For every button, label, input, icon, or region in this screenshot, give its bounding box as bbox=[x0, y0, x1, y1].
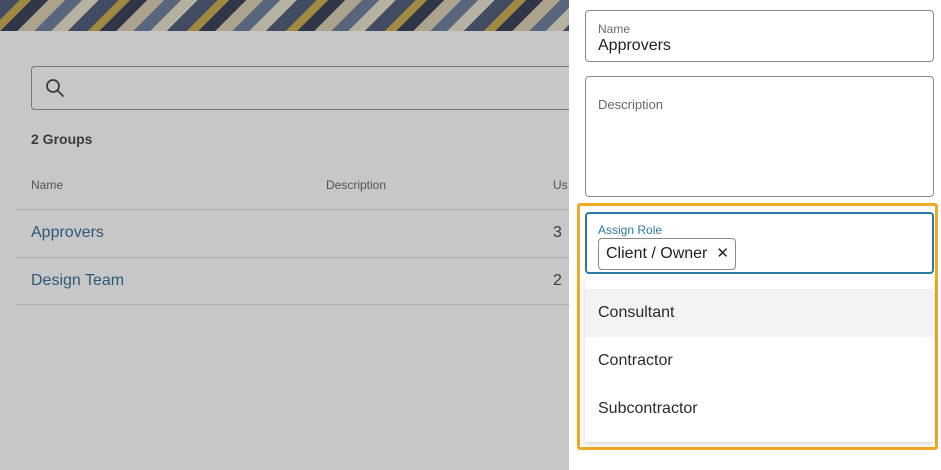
assign-role-field[interactable]: Assign Role Client / Owner ✕ bbox=[585, 212, 934, 274]
selected-role-chip-label: Client / Owner bbox=[606, 245, 708, 262]
description-field[interactable]: Description bbox=[585, 76, 934, 197]
option-consultant[interactable]: Consultant bbox=[585, 289, 934, 337]
edit-group-drawer: Name Approvers Description Assign Role C… bbox=[569, 0, 941, 470]
name-field-label: Name bbox=[598, 22, 631, 36]
name-field[interactable]: Name Approvers bbox=[585, 10, 934, 62]
assign-role-label: Assign Role bbox=[598, 223, 663, 237]
groups-page: 2 Groups Name Description Us Approvers 3… bbox=[0, 0, 569, 470]
name-field-value[interactable]: Approvers bbox=[598, 37, 671, 55]
close-icon[interactable]: ✕ bbox=[716, 246, 729, 262]
selected-role-chip: Client / Owner ✕ bbox=[598, 238, 737, 270]
modal-overlay[interactable] bbox=[0, 0, 569, 470]
description-field-label: Description bbox=[598, 97, 664, 112]
dropdown-spacer bbox=[585, 280, 934, 289]
option-contractor[interactable]: Contractor bbox=[585, 337, 934, 385]
role-options-dropdown: Consultant Contractor Subcontractor bbox=[585, 280, 934, 442]
option-subcontractor[interactable]: Subcontractor bbox=[585, 385, 934, 433]
